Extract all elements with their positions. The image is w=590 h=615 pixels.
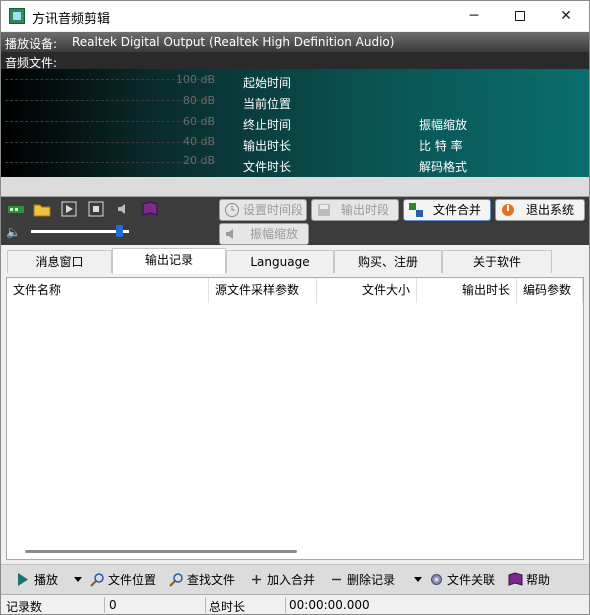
tab-strip: 消息窗口 输出记录 Language 购买、注册 关于软件 bbox=[7, 248, 583, 274]
delete-dropdown-icon[interactable] bbox=[414, 577, 422, 582]
status-bar: 记录数 0 总时长 00:00:00.000 bbox=[1, 594, 589, 614]
level-meter-panel: 100 dB 80 dB 60 dB 40 dB 20 dB 起始时间 当前位置… bbox=[1, 69, 589, 177]
column-header-encode-params[interactable]: 编码参数 bbox=[517, 278, 583, 303]
toolbar: 设置时间段 输出时段 文件合并 退出系统 振幅缩放 🔈 bbox=[1, 197, 589, 245]
speaker-icon[interactable] bbox=[115, 201, 133, 217]
gear-icon bbox=[429, 572, 444, 587]
db-label: 60 dB bbox=[182, 115, 215, 128]
play-frame-icon[interactable] bbox=[61, 201, 79, 217]
record-count-value: 0 bbox=[109, 598, 117, 612]
open-folder-icon[interactable] bbox=[33, 201, 51, 217]
action-bar: 播放 文件位置 查找文件 加入合并 删除记录 文件关联 帮助 bbox=[1, 564, 589, 594]
set-time-segment-button[interactable]: 设置时间段 bbox=[219, 199, 307, 221]
file-merge-button[interactable]: 文件合并 bbox=[403, 199, 491, 221]
column-header-file-size[interactable]: 文件大小 bbox=[317, 278, 417, 303]
title-bar: 方讯音频剪辑 ─ ✕ bbox=[1, 1, 589, 31]
device-icon[interactable] bbox=[7, 201, 25, 217]
status-divider bbox=[285, 597, 286, 613]
delete-record-button[interactable]: 删除记录 bbox=[329, 571, 401, 589]
db-label: 80 dB bbox=[182, 94, 215, 107]
app-window: 方讯音频剪辑 ─ ✕ 播放设备: Realtek Digital Output … bbox=[0, 0, 590, 615]
app-logo-icon bbox=[9, 8, 25, 24]
tab-language[interactable]: Language bbox=[226, 250, 334, 273]
play-icon bbox=[16, 572, 31, 587]
bitrate-label: 比 特 率 bbox=[419, 139, 463, 153]
tab-output-records[interactable]: 输出记录 bbox=[112, 248, 226, 274]
maximize-button[interactable] bbox=[497, 1, 543, 31]
book-icon[interactable] bbox=[141, 201, 159, 217]
play-dropdown-icon[interactable] bbox=[74, 577, 82, 582]
current-position-label: 当前位置 bbox=[243, 97, 292, 111]
magnifier-icon bbox=[169, 572, 184, 587]
device-name[interactable]: Realtek Digital Output (Realtek High Def… bbox=[72, 35, 394, 49]
column-header-filename[interactable]: 文件名称 bbox=[7, 278, 209, 303]
file-duration-label: 文件时长 bbox=[243, 160, 292, 174]
minimize-button[interactable]: ─ bbox=[451, 1, 497, 31]
help-button[interactable]: 帮助 bbox=[508, 571, 558, 589]
playback-device-bar: 播放设备: Realtek Digital Output (Realtek Hi… bbox=[1, 32, 589, 52]
horizontal-scrollbar[interactable] bbox=[25, 550, 297, 553]
magnifier-icon bbox=[90, 572, 105, 587]
device-label: 播放设备: bbox=[5, 37, 58, 51]
window-title: 方讯音频剪辑 bbox=[32, 12, 111, 27]
db-label: 40 dB bbox=[182, 135, 215, 148]
db-label: 20 dB bbox=[182, 154, 215, 167]
db-label: 100 dB bbox=[175, 73, 215, 86]
speaker-icon bbox=[224, 226, 240, 242]
find-file-button[interactable]: 查找文件 bbox=[169, 571, 241, 589]
output-segment-button[interactable]: 输出时段 bbox=[311, 199, 399, 221]
clock-icon bbox=[224, 202, 240, 218]
output-duration-label: 输出时长 bbox=[243, 139, 292, 153]
audio-file-bar: 音频文件: bbox=[1, 52, 589, 70]
file-location-button[interactable]: 文件位置 bbox=[90, 571, 162, 589]
minus-icon bbox=[329, 572, 344, 587]
tab-message-window[interactable]: 消息窗口 bbox=[7, 250, 112, 273]
exit-system-button[interactable]: 退出系统 bbox=[495, 199, 585, 221]
add-merge-button[interactable]: 加入合并 bbox=[249, 571, 321, 589]
tab-about[interactable]: 关于软件 bbox=[442, 250, 552, 273]
progress-band[interactable] bbox=[1, 177, 589, 197]
help-book-icon bbox=[508, 572, 523, 587]
amplitude-scale-label: 振幅缩放 bbox=[419, 118, 468, 132]
status-divider bbox=[205, 597, 206, 613]
total-duration-value: 00:00:00.000 bbox=[289, 598, 370, 612]
file-association-button[interactable]: 文件关联 bbox=[429, 571, 499, 589]
play-button[interactable]: 播放 bbox=[16, 571, 64, 589]
column-header-output-duration[interactable]: 输出时长 bbox=[417, 278, 517, 303]
amplitude-scale-button[interactable]: 振幅缩放 bbox=[219, 223, 309, 245]
volume-slider-thumb[interactable] bbox=[116, 225, 123, 237]
status-divider bbox=[104, 597, 105, 613]
column-header-source-params[interactable]: 源文件采样参数 bbox=[209, 278, 317, 303]
volume-slider-track[interactable] bbox=[31, 230, 129, 233]
volume-icon: 🔈 bbox=[6, 225, 21, 239]
close-button[interactable]: ✕ bbox=[543, 1, 589, 31]
end-time-label: 终止时间 bbox=[243, 118, 292, 132]
power-icon bbox=[500, 202, 516, 218]
record-count-label: 记录数 bbox=[6, 600, 43, 614]
maximize-icon bbox=[515, 11, 525, 21]
start-time-label: 起始时间 bbox=[243, 76, 292, 90]
output-records-table: 文件名称 源文件采样参数 文件大小 输出时长 编码参数 bbox=[6, 277, 584, 560]
plus-icon bbox=[249, 572, 264, 587]
save-disk-icon bbox=[316, 202, 332, 218]
tab-purchase-register[interactable]: 购买、注册 bbox=[334, 250, 442, 273]
decode-format-label: 解码格式 bbox=[419, 160, 468, 174]
merge-icon bbox=[408, 202, 424, 218]
total-duration-label: 总时长 bbox=[209, 600, 246, 614]
stop-frame-icon[interactable] bbox=[88, 201, 106, 217]
